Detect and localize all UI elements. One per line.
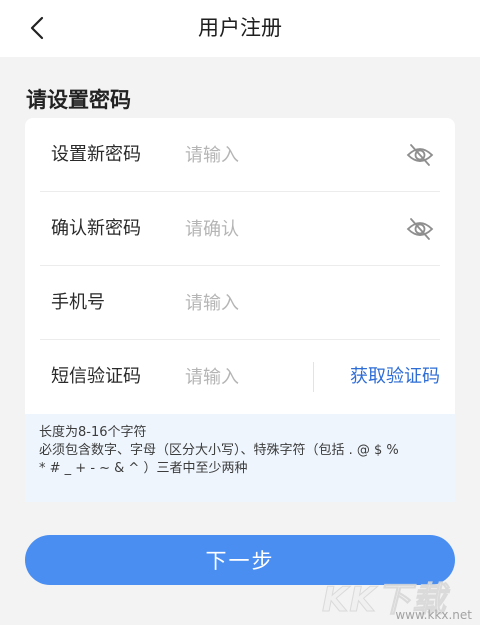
confirm-password-row: 确认新密码 — [40, 192, 440, 266]
new-password-row: 设置新密码 — [40, 118, 440, 192]
vertical-divider — [313, 362, 314, 392]
chevron-left-icon — [30, 16, 44, 40]
back-button[interactable] — [24, 14, 52, 42]
sms-code-row: 短信验证码 获取验证码 — [40, 340, 440, 414]
hint-line: * # _ + - ~ & ^ ）三者中至少两种 — [39, 461, 248, 476]
confirm-password-input[interactable] — [185, 213, 385, 245]
section-title: 请设置密码 — [26, 88, 131, 112]
toggle-new-password-visibility[interactable] — [405, 140, 435, 170]
hint-line: 长度为8-16个字符 — [39, 425, 147, 440]
password-rules-hint: 长度为8-16个字符 必须包含数字、字母（区分大小写）、特殊字符（包括 . @ … — [25, 414, 455, 502]
new-password-input[interactable] — [185, 139, 385, 171]
sms-code-label: 短信验证码 — [51, 366, 141, 387]
nav-bar: 用户注册 — [0, 0, 480, 57]
hint-line: 必须包含数字、字母（区分大小写）、特殊字符（包括 . @ $ % — [39, 443, 399, 458]
toggle-confirm-password-visibility[interactable] — [405, 214, 435, 244]
phone-input[interactable] — [185, 287, 385, 319]
next-step-button[interactable]: 下一步 — [25, 535, 455, 585]
new-password-label: 设置新密码 — [51, 144, 141, 165]
sms-code-input[interactable] — [185, 361, 305, 393]
phone-row: 手机号 — [40, 266, 440, 340]
get-code-button[interactable]: 获取验证码 — [350, 340, 440, 414]
page-title: 用户注册 — [198, 16, 282, 40]
watermark-url: www.kkx.net — [395, 608, 472, 622]
eye-off-icon — [406, 144, 434, 166]
phone-label: 手机号 — [51, 292, 105, 313]
eye-off-icon — [406, 218, 434, 240]
password-form-card: 设置新密码 确认新密码 手机号 短信验证码 — [25, 118, 455, 414]
confirm-password-label: 确认新密码 — [51, 218, 141, 239]
